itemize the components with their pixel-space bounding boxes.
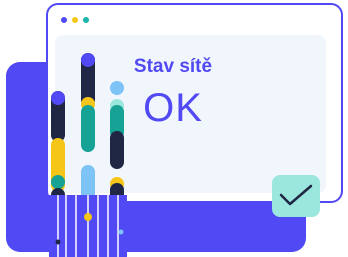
- network-status-value: OK: [143, 86, 203, 130]
- network-status-label: Stav sítě: [133, 56, 213, 77]
- window-titlebar: [48, 5, 341, 35]
- titlebar-dot: [83, 17, 89, 23]
- check-badge: [272, 175, 320, 217]
- titlebar-dot: [72, 17, 78, 23]
- titlebar-dot: [61, 17, 67, 23]
- check-icon: [279, 184, 313, 206]
